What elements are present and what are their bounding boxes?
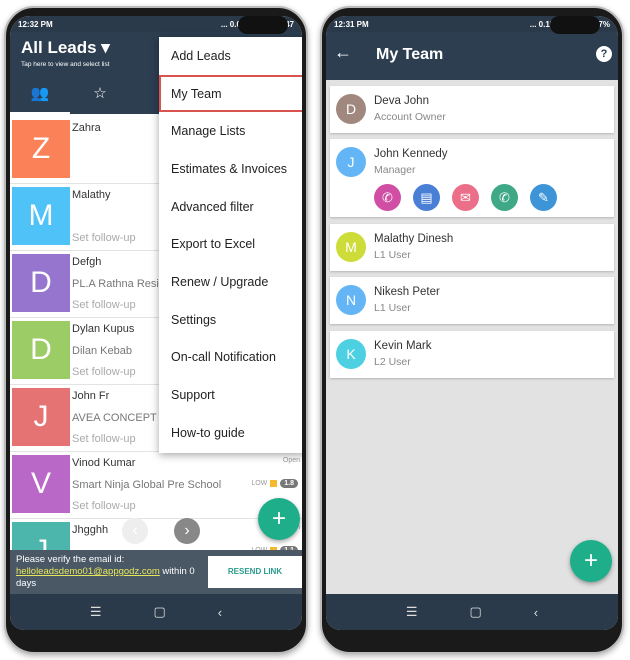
team-member-card[interactable]: N Nikesh Peter L1 User <box>330 277 614 324</box>
system-nav-bar: ☰ ▢ ‹ <box>10 594 302 630</box>
page-subtitle: Tap here to view and select list <box>21 61 110 68</box>
member-role: L1 User <box>374 249 411 261</box>
team-member-card[interactable]: M Malathy Dinesh L1 User <box>330 224 614 271</box>
carousel-next[interactable]: › <box>174 518 200 544</box>
lead-name: Dylan Kupus <box>72 323 135 335</box>
lead-avatar: D <box>12 254 70 312</box>
carousel-prev[interactable]: ‹ <box>122 518 148 544</box>
menu-item-export-to-excel[interactable]: Export to Excel <box>159 225 302 263</box>
lead-score-badge: 1.8 <box>280 479 298 488</box>
priority-square <box>270 480 278 487</box>
list-selector[interactable]: All Leads ▾ Tap here to view and select … <box>21 38 110 68</box>
right-phone: 12:31 PM... 0.15K/s ⏰ 4G 47% ← My Team ?… <box>320 6 624 654</box>
lead-company: Dilan Kebab <box>72 345 132 357</box>
priority-group: LOW 1.8 <box>251 479 298 488</box>
camera-cutout <box>238 16 288 34</box>
lead-status: Open <box>282 457 300 464</box>
tabs: 👥 ☆ <box>10 84 130 102</box>
add-lead-fab[interactable]: + <box>258 498 300 540</box>
menu-item-on-call-notification[interactable]: On-call Notification <box>159 339 302 377</box>
set-followup-link[interactable]: Set follow-up <box>72 500 136 512</box>
lead-company: AVEA CONCEPT <box>72 412 157 424</box>
lead-avatar: Z <box>12 120 70 178</box>
email-link[interactable]: helloleadsdemo01@appgodz.com <box>16 566 160 577</box>
recents-icon[interactable]: ☰ <box>406 604 418 620</box>
member-name: John Kennedy <box>374 148 448 160</box>
set-followup-link[interactable]: Set follow-up <box>72 366 136 378</box>
resend-link-button[interactable]: RESEND LINK <box>208 556 302 588</box>
add-member-fab[interactable]: + <box>570 540 612 582</box>
team-member-card[interactable]: K Kevin Mark L2 User <box>330 331 614 378</box>
lead-avatar: D <box>12 321 70 379</box>
member-name: Malathy Dinesh <box>374 233 454 245</box>
member-role: Manager <box>374 164 416 176</box>
menu-item-how-to-guide[interactable]: How-to guide <box>159 414 302 452</box>
recents-icon[interactable]: ☰ <box>90 604 102 620</box>
priority-label: LOW <box>251 480 268 487</box>
overflow-menu: Add Leads My Team Manage Lists Estimates & … <box>159 37 302 453</box>
menu-item-my-team[interactable]: My Team <box>159 74 302 113</box>
home-icon[interactable]: ▢ <box>154 604 166 620</box>
camera-cutout <box>550 16 600 34</box>
menu-item-renew-upgrade[interactable]: Renew / Upgrade <box>159 263 302 301</box>
tab-team-icon[interactable]: 👥 <box>10 84 70 102</box>
member-avatar: J <box>336 147 366 177</box>
lead-name: Vinod Kumar <box>72 457 136 469</box>
page-title[interactable]: All Leads ▾ <box>21 38 110 58</box>
system-nav-bar: ☰ ▢ ‹ <box>326 594 618 630</box>
my-team-header: ← My Team ? <box>326 32 618 80</box>
member-role: L1 User <box>374 302 411 314</box>
lead-name: Defgh <box>72 256 102 268</box>
lead-company: Smart Ninja Global Pre School <box>72 479 222 491</box>
home-icon[interactable]: ▢ <box>470 604 482 620</box>
back-icon[interactable]: ‹ <box>218 605 222 620</box>
help-icon[interactable]: ? <box>596 46 612 62</box>
set-followup-link[interactable]: Set follow-up <box>72 232 136 244</box>
member-name: Deva John <box>374 95 429 107</box>
tab-star-icon[interactable]: ☆ <box>70 84 130 102</box>
menu-item-estimates-invoices[interactable]: Estimates & Invoices <box>159 150 302 188</box>
member-name: Nikesh Peter <box>374 286 440 298</box>
left-phone: 12:32 PM... 0.00K/s ⏰ 4G 47 All Leads ▾ … <box>4 6 308 654</box>
set-followup-link[interactable]: Set follow-up <box>72 433 136 445</box>
lead-company: PL.A Rathna Resi <box>72 278 159 290</box>
menu-item-support[interactable]: Support <box>159 376 302 414</box>
page-title: My Team <box>376 46 444 63</box>
leads-screen: 12:32 PM... 0.00K/s ⏰ 4G 47 All Leads ▾ … <box>10 16 302 630</box>
back-arrow-icon[interactable]: ← <box>334 42 352 63</box>
team-member-card[interactable]: J John Kennedy Manager ✆ ▤ ✉ ✆ ✎ <box>330 139 614 217</box>
lead-name: Malathy <box>72 189 111 201</box>
member-avatar: N <box>336 285 366 315</box>
member-name: Kevin Mark <box>374 340 432 352</box>
member-avatar: K <box>336 339 366 369</box>
lead-name: John Fr <box>72 390 110 402</box>
lead-row[interactable]: V Vinod Kumar Smart Ninja Global Pre Schoo… <box>10 453 302 519</box>
verify-email-banner: Please verify the email id: helloleadsdem… <box>10 550 302 594</box>
menu-item-advanced-filter[interactable]: Advanced filter <box>159 188 302 226</box>
whatsapp-icon[interactable]: ✆ <box>491 184 518 211</box>
lead-avatar: M <box>12 187 70 245</box>
edit-icon[interactable]: ✎ <box>530 184 557 211</box>
lead-name: Zahra <box>72 122 101 134</box>
phone-icon[interactable]: ✆ <box>374 184 401 211</box>
member-role: L2 User <box>374 356 411 368</box>
menu-item-manage-lists[interactable]: Manage Lists <box>159 112 302 150</box>
lead-avatar: V <box>12 455 70 513</box>
set-followup-link[interactable]: Set follow-up <box>72 299 136 311</box>
member-role: Account Owner <box>374 111 446 123</box>
member-avatar: M <box>336 232 366 262</box>
menu-item-add-leads[interactable]: Add Leads <box>159 37 302 75</box>
lead-avatar: J <box>12 388 70 446</box>
menu-item-settings[interactable]: Settings <box>159 301 302 339</box>
my-team-screen: 12:31 PM... 0.15K/s ⏰ 4G 47% ← My Team ?… <box>326 16 618 630</box>
member-avatar: D <box>336 94 366 124</box>
email-icon[interactable]: ✉ <box>452 184 479 211</box>
team-member-card[interactable]: D Deva John Account Owner <box>330 86 614 133</box>
lead-name: Jhgghh <box>72 524 109 536</box>
back-icon[interactable]: ‹ <box>534 605 538 620</box>
message-icon[interactable]: ▤ <box>413 184 440 211</box>
